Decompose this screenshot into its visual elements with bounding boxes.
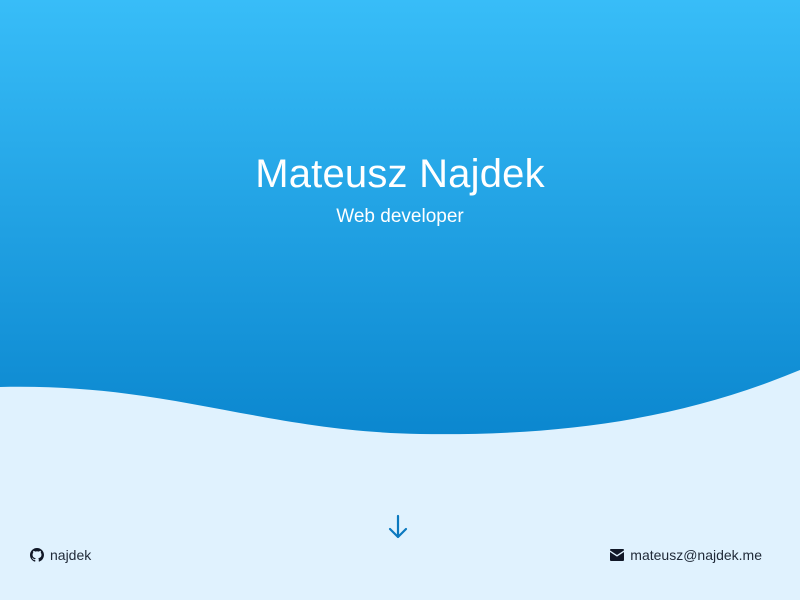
email-label: mateusz@najdek.me	[630, 547, 762, 563]
page-subtitle: Web developer	[336, 206, 464, 227]
email-link[interactable]: mateusz@najdek.me	[610, 545, 762, 565]
github-link[interactable]: najdek	[30, 545, 91, 565]
envelope-icon	[610, 548, 625, 562]
github-icon	[30, 548, 44, 562]
hero-background	[0, 0, 800, 600]
page-title: Mateusz Najdek	[255, 152, 545, 196]
landing-page: Mateusz Najdek Web developer najdek mate…	[0, 0, 800, 600]
github-label: najdek	[50, 547, 92, 563]
arrow-down-icon[interactable]	[386, 514, 410, 540]
